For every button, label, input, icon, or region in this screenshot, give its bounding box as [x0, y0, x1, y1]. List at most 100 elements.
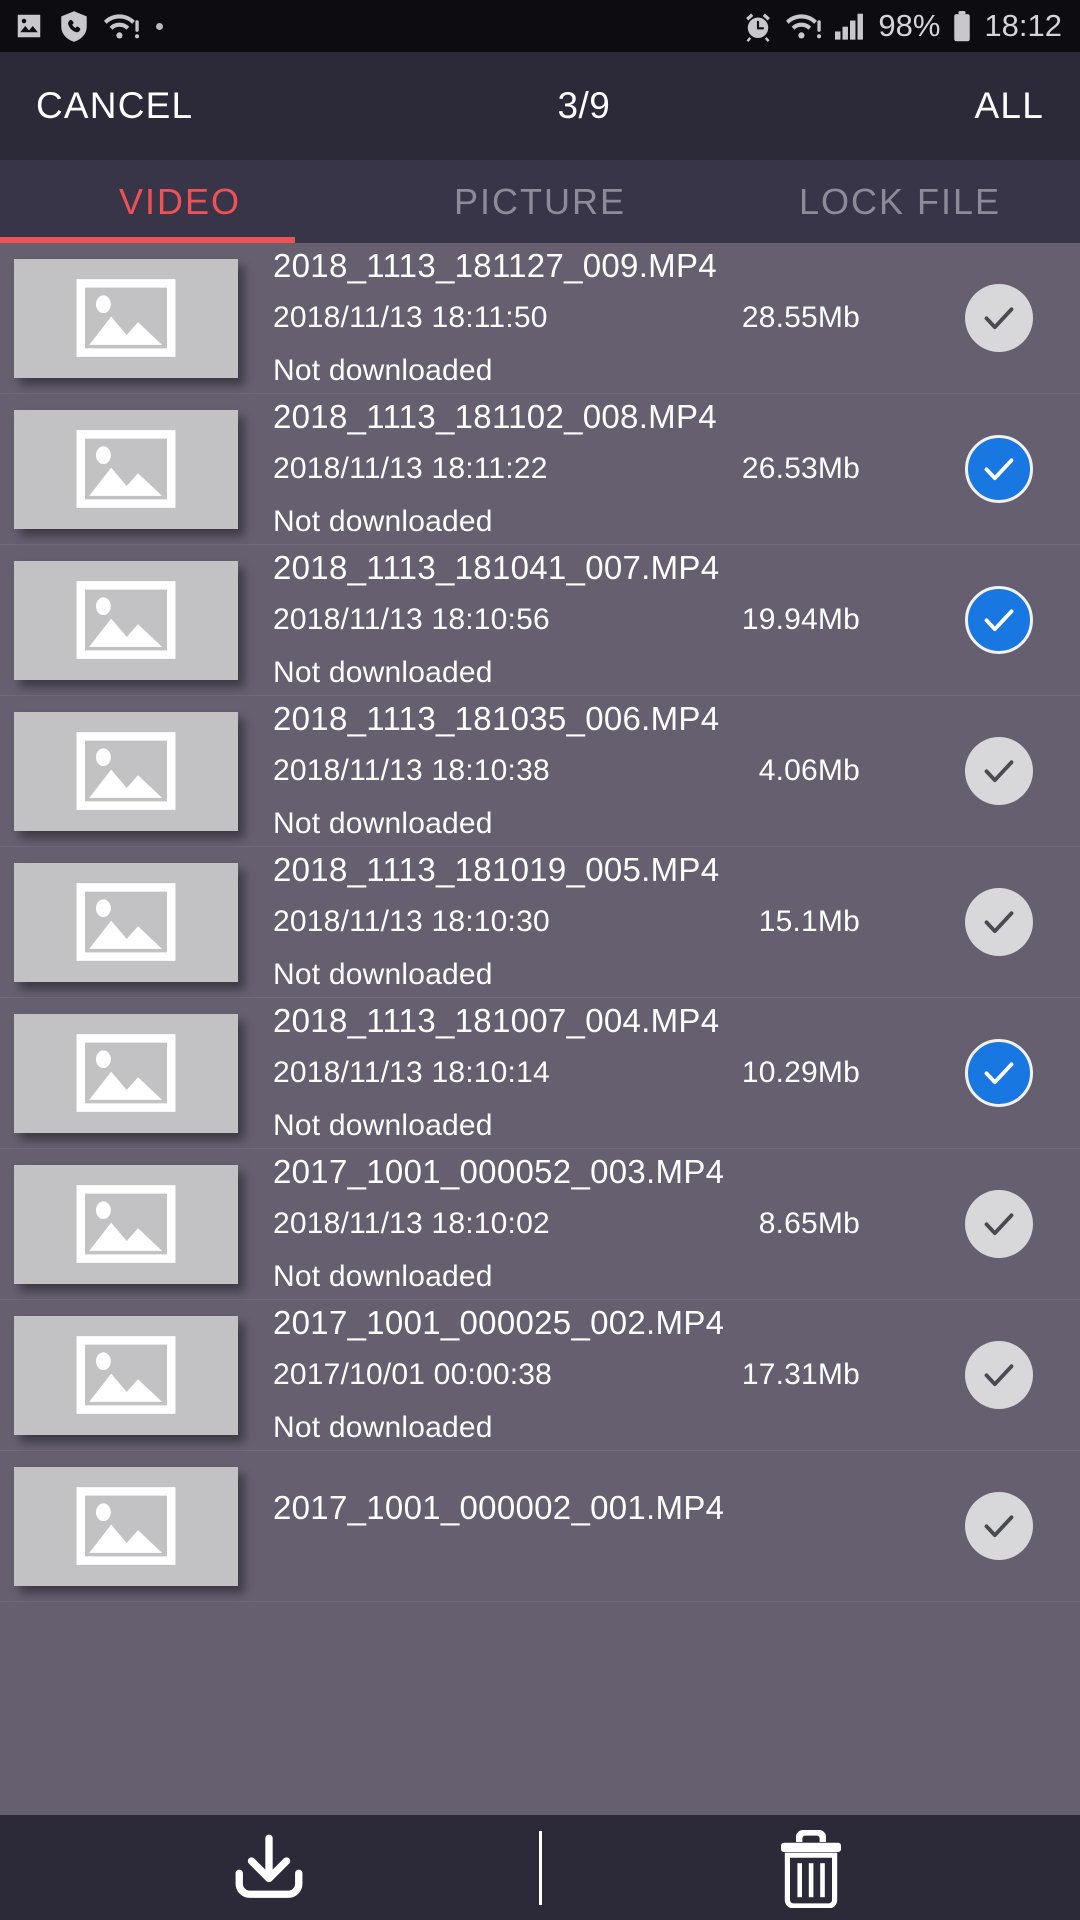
image-placeholder-icon	[73, 1483, 179, 1569]
file-size: 10.29Mb	[741, 1055, 860, 1089]
app-header: CANCEL 3/9 ALL	[0, 52, 1080, 160]
video-thumbnail	[14, 258, 238, 378]
download-status: Not downloaded	[273, 806, 493, 840]
file-name: 2017_1001_000002_001.MP4	[273, 1488, 725, 1526]
file-info: 2018_1113_181127_009.MP4 2018/11/13 18:11…	[238, 249, 965, 388]
check-icon	[979, 1053, 1019, 1093]
checkbox-unselected[interactable]	[965, 1341, 1033, 1409]
image-placeholder-icon	[73, 728, 179, 814]
download-button[interactable]	[0, 1815, 539, 1920]
status-bar: 98% 18:12	[0, 0, 1080, 52]
battery-percent: 98%	[878, 8, 941, 43]
checkbox-selected[interactable]	[965, 1039, 1033, 1107]
wifi-alert-icon	[786, 11, 822, 41]
video-thumbnail	[14, 862, 238, 982]
select-all-button[interactable]: ALL	[975, 85, 1044, 127]
file-meta: 2018/11/13 18:10:14 10.29Mb	[273, 1056, 955, 1090]
delete-button[interactable]	[542, 1815, 1080, 1920]
checkbox-unselected[interactable]	[965, 1492, 1033, 1560]
download-icon	[226, 1833, 312, 1903]
table-row[interactable]: 2018_1113_181007_004.MP4 2018/11/13 18:10…	[0, 998, 1080, 1149]
table-row[interactable]: 2017_1001_000052_003.MP4 2018/11/13 18:10…	[0, 1149, 1080, 1300]
tab-picture[interactable]: PICTURE	[360, 160, 720, 243]
file-date: 2018/11/13 18:10:02	[273, 1206, 550, 1240]
video-thumbnail	[14, 560, 238, 680]
image-placeholder-icon	[73, 426, 179, 512]
check-icon	[979, 600, 1019, 640]
checkbox-unselected[interactable]	[965, 888, 1033, 956]
tab-bar: VIDEO PICTURE LOCK FILE	[0, 160, 1080, 243]
download-status: Not downloaded	[273, 1410, 493, 1444]
battery-icon	[953, 10, 971, 42]
video-thumbnail	[14, 409, 238, 529]
download-status: Not downloaded	[273, 504, 493, 538]
image-placeholder-icon	[73, 275, 179, 361]
download-status: Not downloaded	[273, 1259, 493, 1293]
video-thumbnail	[14, 711, 238, 831]
file-info: 2018_1113_181019_005.MP4 2018/11/13 18:10…	[238, 853, 965, 992]
table-row[interactable]: 2017_1001_000025_002.MP4 2017/10/01 00:00…	[0, 1300, 1080, 1451]
action-bar	[0, 1815, 1080, 1920]
check-icon	[979, 1204, 1019, 1244]
image-placeholder-icon	[73, 577, 179, 663]
checkbox-unselected[interactable]	[965, 284, 1033, 352]
checkbox-selected[interactable]	[965, 435, 1033, 503]
video-thumbnail	[14, 1315, 238, 1435]
file-meta: 2018/11/13 18:10:02 8.65Mb	[273, 1207, 955, 1241]
file-info: 2017_1001_000025_002.MP4 2017/10/01 00:00…	[238, 1306, 965, 1445]
file-size: 17.31Mb	[741, 1357, 860, 1391]
file-meta: 2018/11/13 18:10:38 4.06Mb	[273, 754, 955, 788]
file-meta: 2018/11/13 18:11:50 28.55Mb	[273, 301, 955, 335]
image-placeholder-icon	[73, 1181, 179, 1267]
trash-icon	[776, 1828, 846, 1908]
file-meta: 2018/11/13 18:11:22 26.53Mb	[273, 452, 955, 486]
checkbox-unselected[interactable]	[965, 1190, 1033, 1258]
file-size: 8.65Mb	[758, 1206, 860, 1240]
file-date: 2018/11/13 18:11:22	[273, 451, 548, 485]
file-size: 19.94Mb	[741, 602, 860, 636]
checkbox-selected[interactable]	[965, 586, 1033, 654]
tab-video[interactable]: VIDEO	[0, 160, 360, 243]
cancel-button[interactable]: CANCEL	[36, 85, 193, 127]
file-size: 28.55Mb	[741, 300, 860, 334]
wifi-alert-icon	[104, 11, 140, 41]
clock: 18:12	[984, 8, 1062, 43]
video-thumbnail	[14, 1466, 238, 1586]
file-date: 2018/11/13 18:10:14	[273, 1055, 550, 1089]
table-row[interactable]: 2018_1113_181127_009.MP4 2018/11/13 18:11…	[0, 243, 1080, 394]
file-meta: 2018/11/13 18:10:30 15.1Mb	[273, 905, 955, 939]
file-name: 2018_1113_181019_005.MP4	[273, 850, 720, 888]
check-icon	[979, 449, 1019, 489]
check-icon	[979, 298, 1019, 338]
table-row[interactable]: 2018_1113_181019_005.MP4 2018/11/13 18:10…	[0, 847, 1080, 998]
file-meta: 2017/10/01 00:00:38 17.31Mb	[273, 1358, 955, 1392]
check-icon	[979, 751, 1019, 791]
table-row[interactable]: 2017_1001_000002_001.MP4	[0, 1451, 1080, 1602]
tab-lock-file[interactable]: LOCK FILE	[720, 160, 1080, 243]
file-name: 2018_1113_181041_007.MP4	[273, 548, 720, 586]
dot-indicator	[156, 22, 163, 30]
file-date: 2018/11/13 18:11:50	[273, 300, 548, 334]
status-bar-left	[14, 10, 179, 42]
file-size: 4.06Mb	[758, 753, 860, 787]
check-icon	[979, 902, 1019, 942]
checkbox-unselected[interactable]	[965, 737, 1033, 805]
file-size: 26.53Mb	[741, 451, 860, 485]
download-status: Not downloaded	[273, 1108, 493, 1142]
table-row[interactable]: 2018_1113_181102_008.MP4 2018/11/13 18:11…	[0, 394, 1080, 545]
file-date: 2018/11/13 18:10:56	[273, 602, 550, 636]
file-info: 2018_1113_181035_006.MP4 2018/11/13 18:10…	[238, 702, 965, 841]
alarm-icon	[743, 11, 773, 42]
file-name: 2018_1113_181035_006.MP4	[273, 699, 720, 737]
table-row[interactable]: 2018_1113_181041_007.MP4 2018/11/13 18:10…	[0, 545, 1080, 696]
file-name: 2017_1001_000025_002.MP4	[273, 1303, 725, 1341]
file-info: 2017_1001_000052_003.MP4 2018/11/13 18:10…	[238, 1155, 965, 1294]
file-date: 2017/10/01 00:00:38	[273, 1357, 553, 1391]
image-placeholder-icon	[73, 1332, 179, 1418]
file-info: 2018_1113_181102_008.MP4 2018/11/13 18:11…	[238, 400, 965, 539]
table-row[interactable]: 2018_1113_181035_006.MP4 2018/11/13 18:10…	[0, 696, 1080, 847]
selection-count-title: 3/9	[557, 85, 611, 126]
download-status: Not downloaded	[273, 957, 493, 991]
file-list[interactable]: 2018_1113_181127_009.MP4 2018/11/13 18:11…	[0, 243, 1080, 1815]
file-info: 2018_1113_181041_007.MP4 2018/11/13 18:10…	[238, 551, 965, 690]
